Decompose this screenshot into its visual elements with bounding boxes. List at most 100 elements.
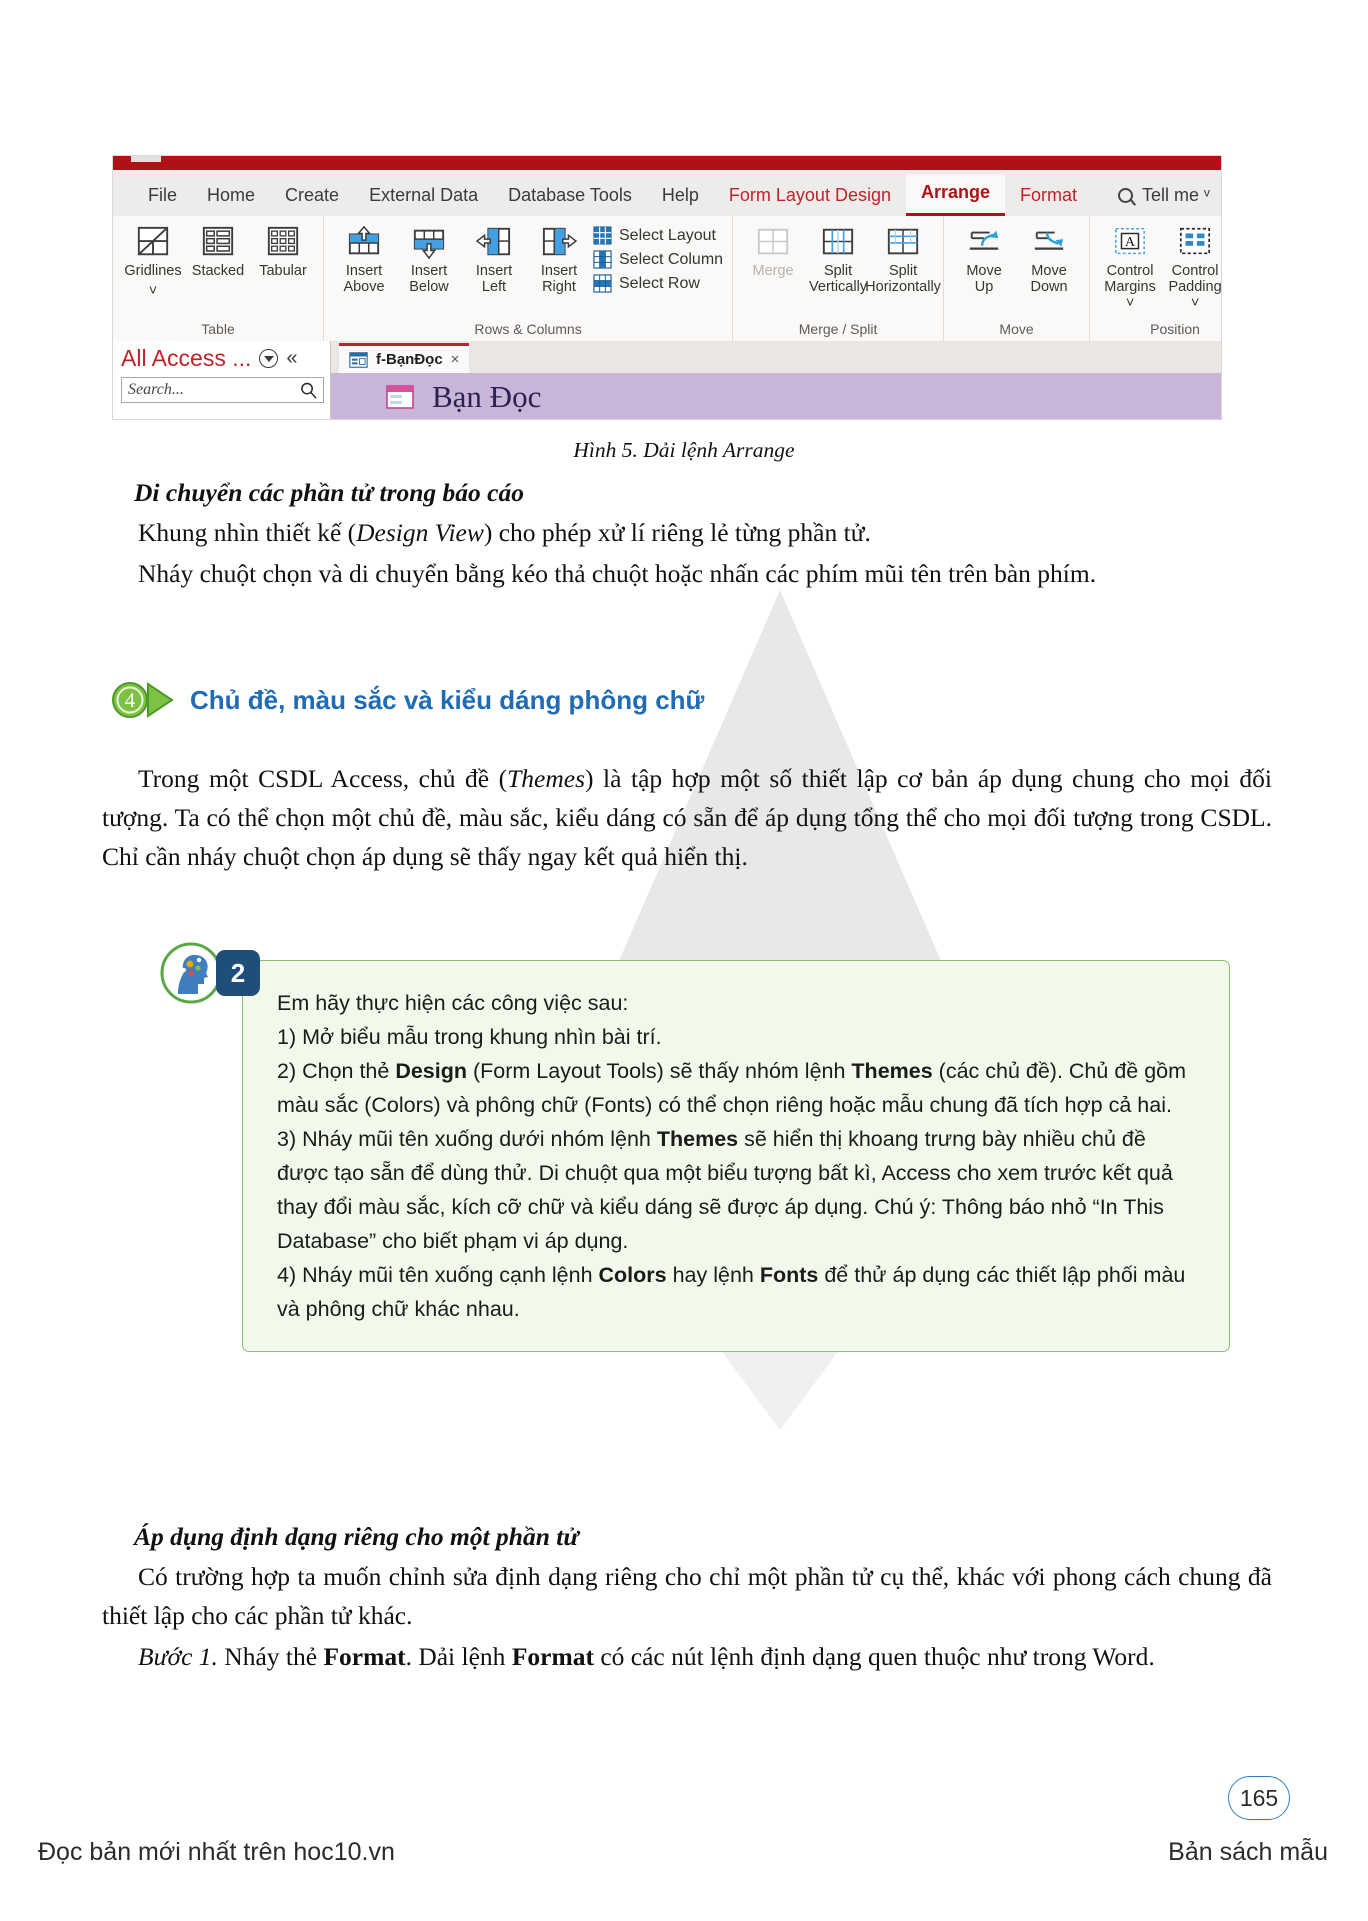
tabular-button[interactable]: Tabular — [252, 222, 314, 279]
form-title: Bạn Đọc — [432, 379, 542, 414]
select-column-label: Select Column — [619, 250, 724, 268]
textbook-page: File Home Create External Data Database … — [0, 0, 1368, 1921]
insert-below-button[interactable]: Insert Below — [398, 222, 460, 295]
access-title-bar — [113, 156, 1221, 170]
select-column-button[interactable]: Select Column — [593, 250, 723, 269]
step-format-1: Format — [323, 1641, 406, 1671]
access-workspace: All Access ... « Search... f-BạnĐọc × Bạ… — [113, 341, 1221, 419]
document-area: f-BạnĐọc × Bạn Đọc — [331, 341, 1221, 419]
section-number-badge: 4 — [110, 680, 176, 720]
tab-database-tools[interactable]: Database Tools — [493, 185, 647, 216]
tab-home[interactable]: Home — [192, 185, 270, 216]
split-horizontally-label: Split Horizontally — [865, 263, 941, 296]
search-icon — [301, 382, 317, 399]
ribbon-group-position: A Control Margins ˅ Control Padding ˅ Po… — [1090, 216, 1222, 341]
nav-search-input[interactable]: Search... — [121, 377, 324, 403]
group-label-merge-split: Merge / Split — [798, 321, 878, 337]
close-icon[interactable]: × — [451, 351, 460, 368]
tell-me-search[interactable]: Tell me ᵛ — [1092, 185, 1220, 216]
gridlines-button[interactable]: Gridlines ˅ — [122, 222, 184, 299]
paragraph-themes: Trong một CSDL Access, chủ đề (Themes) l… — [102, 760, 1272, 876]
item3-themes: Themes — [656, 1126, 739, 1151]
subheading-move-elements: Di chuyển các phần tử trong báo cáo — [134, 478, 524, 507]
group-label-rows-columns: Rows & Columns — [474, 321, 582, 337]
footer-right-text: Bản sách mẫu — [1168, 1838, 1328, 1866]
access-screenshot: File Home Create External Data Database … — [112, 155, 1222, 420]
section-heading-4: 4 Chủ đề, màu sắc và kiểu dáng phông chữ — [110, 680, 704, 720]
tell-me-label: Tell me ᵛ — [1142, 185, 1210, 205]
document-tab-f-bandoc[interactable]: f-BạnĐọc × — [339, 343, 470, 373]
collapse-pane-icon[interactable]: « — [286, 347, 297, 370]
select-layout-button[interactable]: Select Layout — [593, 226, 723, 245]
themes-italic: Themes — [507, 764, 586, 793]
tab-create[interactable]: Create — [270, 185, 354, 216]
step-d: có các nút lệnh định dạng quen thuộc như… — [593, 1641, 1155, 1671]
themes-part-a: Trong một CSDL Access, chủ đề ( — [138, 764, 508, 793]
chevron-down-icon[interactable]: ˅ — [149, 283, 157, 299]
control-margins-label: Control Margins ˅ — [1104, 263, 1156, 312]
footer-left-text: Đọc bản mới nhất trên hoc10.vn — [38, 1838, 395, 1866]
activity-item-2: 2) Chọn thẻ Design (Form Layout Tools) s… — [277, 1055, 1199, 1123]
body-text-block: Di chuyển các phần tử trong báo cáo Khun… — [102, 478, 1272, 596]
select-column-icon — [593, 250, 612, 269]
tabular-layout-icon — [267, 226, 299, 256]
step-format-2: Format — [511, 1641, 594, 1671]
form-object-icon — [349, 351, 368, 368]
stacked-label: Stacked — [191, 263, 245, 279]
figure-caption: Hình 5. Dải lệnh Arrange — [573, 438, 795, 462]
insert-right-label: Insert Right — [540, 263, 578, 296]
tail-text-block: Áp dụng định dạng riêng cho một phần tử … — [102, 1522, 1272, 1678]
move-up-button[interactable]: Move Up — [953, 222, 1015, 295]
control-padding-icon — [1180, 227, 1211, 255]
section-badge-icon: 4 — [112, 682, 174, 718]
activity-item-1: 1) Mở biểu mẫu trong khung nhìn bài trí. — [277, 1024, 662, 1049]
insert-above-label: Insert Above — [343, 263, 385, 296]
insert-left-icon — [475, 227, 511, 256]
insert-right-button[interactable]: Insert Right — [528, 222, 590, 295]
section-number-text: 4 — [125, 688, 136, 712]
item2-themes: Themes — [851, 1058, 933, 1083]
chevron-down-icon[interactable] — [259, 349, 279, 368]
all-access-objects-label: All Access ... — [121, 345, 252, 371]
tab-file[interactable]: File — [133, 185, 192, 216]
paragraph-step-1: Bước 1. Nháy thẻ Format. Dải lệnh Format… — [102, 1638, 1272, 1677]
move-up-icon — [969, 230, 999, 250]
control-margins-icon: A — [1115, 228, 1145, 255]
tab-external-data[interactable]: External Data — [354, 185, 493, 216]
step-c: . Dải lệnh — [405, 1641, 512, 1671]
control-margins-button[interactable]: A Control Margins ˅ — [1099, 222, 1161, 312]
insert-below-label: Insert Below — [409, 263, 449, 296]
insert-left-button[interactable]: Insert Left — [463, 222, 525, 295]
move-down-button[interactable]: Move Down — [1018, 222, 1080, 295]
ribbon-tab-bar: File Home Create External Data Database … — [113, 170, 1221, 216]
step-label: Bước 1. — [138, 1641, 218, 1671]
control-padding-button[interactable]: Control Padding ˅ — [1164, 222, 1222, 312]
form-title-icon — [386, 385, 414, 409]
item3-a: 3) Nháy mũi tên xuống dưới nhóm lệnh — [277, 1126, 657, 1151]
merge-label: Merge — [752, 263, 794, 279]
insert-above-icon — [348, 225, 380, 255]
split-horizontally-button[interactable]: Split Horizontally — [865, 222, 941, 295]
brain-head-icon — [160, 942, 222, 1004]
tab-format[interactable]: Format — [1005, 185, 1092, 216]
split-vertically-label: Split Vertically — [809, 263, 868, 296]
paragraph-design-view: Khung nhìn thiết kế (Design View) cho ph… — [102, 514, 1272, 553]
nav-search-placeholder: Search... — [128, 381, 184, 398]
ribbon-group-table: Gridlines ˅ Stacked Tabular Table — [113, 216, 324, 341]
split-vertically-button[interactable]: Split Vertically — [807, 222, 869, 295]
tab-arrange[interactable]: Arrange — [905, 174, 1006, 216]
insert-above-button[interactable]: Insert Above — [333, 222, 395, 295]
stacked-button[interactable]: Stacked — [187, 222, 249, 279]
paragraph-custom-format: Có trường hợp ta muốn chỉnh sửa định dạn… — [102, 1562, 1272, 1630]
tab-form-layout-design[interactable]: Form Layout Design — [714, 185, 906, 216]
ribbon-group-rows-columns: Insert Above Insert Below Insert Left In… — [324, 216, 734, 341]
navigation-pane-header[interactable]: All Access ... « — [121, 345, 324, 372]
item2-design: Design — [395, 1058, 468, 1083]
activity-intro: Em hãy thực hiện các công việc sau: — [277, 991, 629, 1015]
tab-help[interactable]: Help — [647, 185, 714, 216]
control-padding-label: Control Padding ˅ — [1168, 263, 1222, 312]
ribbon-group-merge-split: Merge Split Vertically Split Horizontall… — [733, 216, 945, 341]
paragraph-drag-drop: Nháy chuột chọn và di chuyển bằng kéo th… — [138, 558, 1097, 588]
split-horizontally-icon — [887, 228, 919, 255]
select-row-button[interactable]: Select Row — [593, 274, 723, 293]
